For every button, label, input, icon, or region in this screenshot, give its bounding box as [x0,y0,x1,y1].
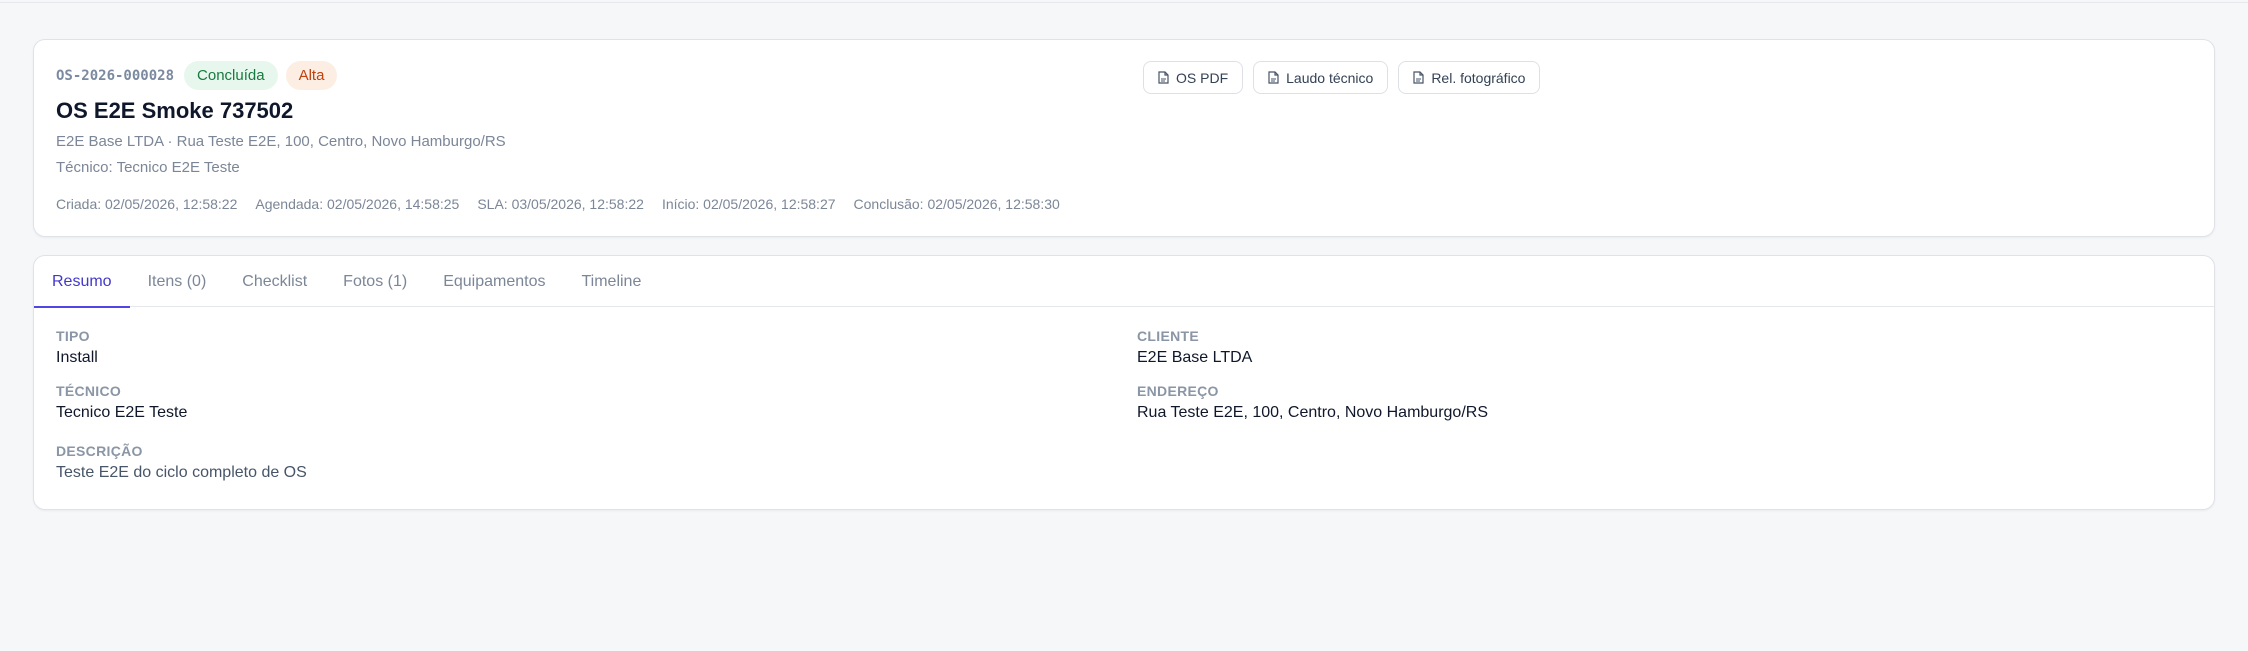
tab-timeline[interactable]: Timeline [563,256,659,307]
top-divider [0,0,2248,3]
field-value: E2E Base LTDA [1137,349,1253,366]
technical-report-button[interactable]: Laudo técnico [1253,61,1389,94]
document-icon [1413,71,1424,84]
field-label: CLIENTE [1137,328,1199,344]
field-label: DESCRIÇÃO [56,443,143,459]
tab-checklist[interactable]: Checklist [224,256,325,307]
technician-line: Técnico: Tecnico E2E Teste [56,159,240,176]
tab-fotos[interactable]: Fotos (1) [325,256,425,307]
field-label: ENDEREÇO [1137,383,1219,399]
field-label: TÉCNICO [56,383,122,399]
start-date: Início: 02/05/2026, 12:58:27 [661,196,836,212]
order-code: OS-2026-000028 [56,67,175,84]
tab-resumo[interactable]: Resumo [34,256,130,308]
technical-report-label: Laudo técnico [1286,69,1374,86]
created-date: Criada: 02/05/2026, 12:58:22 [56,196,238,212]
completion-date: Conclusão: 02/05/2026, 12:58:30 [853,196,1060,212]
os-pdf-label: OS PDF [1176,69,1229,86]
status-badge: Concluída [184,61,278,90]
field-cliente: CLIENTE E2E Base LTDA [1137,328,1252,367]
scheduled-date: Agendada: 02/05/2026, 14:58:25 [255,196,460,212]
document-icon [1158,71,1169,84]
document-actions: OS PDF Laudo técnico Rel. fotográfico [1143,61,1541,94]
photo-report-button[interactable]: Rel. fotográfico [1398,61,1541,94]
field-tecnico: TÉCNICO Tecnico E2E Teste [56,383,187,422]
photo-report-label: Rel. fotográfico [1431,69,1526,86]
field-endereco: ENDEREÇO Rua Teste E2E, 100, Centro, Nov… [1137,383,1488,422]
client-address-line: E2E Base LTDA · Rua Teste E2E, 100, Cent… [56,133,506,150]
field-label: TIPO [56,328,90,344]
dates-row: Criada: 02/05/2026, 12:58:22 Agendada: 0… [56,196,1060,212]
page-title: OS E2E Smoke 737502 [56,98,294,123]
tab-itens[interactable]: Itens (0) [130,256,225,307]
order-header-card: OS-2026-000028 Concluída Alta OS E2E Smo… [33,39,2215,237]
field-tipo: TIPO Install [56,328,98,367]
field-value: Teste E2E do ciclo completo de OS [56,464,307,481]
tab-bar: Resumo Itens (0) Checklist Fotos (1) Equ… [34,256,2214,308]
order-meta-row: OS-2026-000028 Concluída Alta [56,61,338,90]
order-details-card: Resumo Itens (0) Checklist Fotos (1) Equ… [33,255,2215,510]
os-pdf-button[interactable]: OS PDF [1143,61,1244,94]
field-value: Install [56,349,98,366]
field-descricao: DESCRIÇÃO Teste E2E do ciclo completo de… [56,443,307,482]
tab-equipamentos[interactable]: Equipamentos [425,256,563,307]
field-value: Tecnico E2E Teste [56,404,188,421]
field-value: Rua Teste E2E, 100, Centro, Novo Hamburg… [1137,404,1488,421]
sla-date: SLA: 03/05/2026, 12:58:22 [477,196,644,212]
priority-badge: Alta [285,61,338,90]
document-icon [1268,71,1279,84]
